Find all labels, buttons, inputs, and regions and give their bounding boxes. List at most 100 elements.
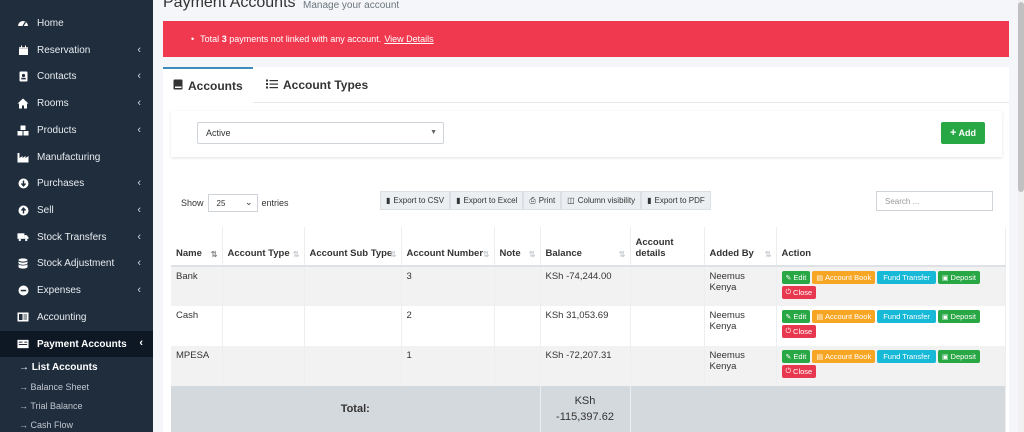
export-pdf-button[interactable]: ▮ Export to PDF <box>641 191 711 210</box>
cell-account-sub-type <box>304 346 402 386</box>
header-label: Balance <box>545 248 582 259</box>
book-icon <box>17 311 29 323</box>
table-row: Bank 3 KSh -74,244.00 Neemus Kenya ✎ Edit… <box>171 266 1006 306</box>
deposit-button[interactable]: ▣ Deposit <box>937 271 980 284</box>
cell-note <box>494 346 541 386</box>
button-label: Close <box>793 367 813 376</box>
print-icon: ⎙ <box>529 195 536 205</box>
account-book-button[interactable]: ▤ Account Book <box>812 310 876 323</box>
button-label: Edit <box>793 312 807 321</box>
tab-accounts[interactable]: Accounts <box>163 67 253 103</box>
money-bill-icon: ▣ <box>941 313 949 321</box>
entries-label: entries <box>261 198 289 208</box>
deposit-button[interactable]: ▣ Deposit <box>937 310 980 323</box>
column-header-note[interactable]: Note ⇅ <box>494 227 541 267</box>
fund-transfer-button[interactable]: Fund Transfer <box>877 350 936 363</box>
power-off-icon: ⏻ <box>785 288 792 296</box>
power-off-icon: ⏻ <box>785 327 792 335</box>
print-button[interactable]: ⎙ Print <box>523 191 562 210</box>
list-icon <box>266 79 278 92</box>
sidebar-item-sell[interactable]: Sell ‹ <box>0 198 153 222</box>
close-button[interactable]: ⏻ Close <box>781 325 817 338</box>
column-header-added-by[interactable]: Added By ⇅ <box>704 227 777 267</box>
sidebar-item-contacts[interactable]: Contacts ‹ <box>0 64 153 88</box>
button-label: Deposit <box>950 273 976 282</box>
page-scrollbar[interactable] <box>1018 0 1024 432</box>
edit-button[interactable]: ✎ Edit <box>781 271 811 284</box>
cell-note <box>494 306 541 346</box>
minus-circle-icon <box>17 284 29 296</box>
filter-box: Active ▼ + Add <box>171 111 1002 157</box>
tab-bar: Accounts Account Types <box>163 67 1009 103</box>
account-book-button[interactable]: ▤ Account Book <box>812 271 876 284</box>
header-label: Note <box>499 248 521 259</box>
cell-action: ✎ Edit ▤ Account Book Fund Transfer ▣ Depos… <box>776 346 1006 386</box>
sidebar-item-stock-transfers[interactable]: Stock Transfers ‹ <box>0 225 153 249</box>
sidebar-item-expenses[interactable]: Expenses ‹ <box>0 278 153 302</box>
fund-transfer-button[interactable]: Fund Transfer <box>877 271 936 284</box>
chevron-left-icon: ‹ <box>137 70 141 82</box>
tab-label: Accounts <box>188 79 243 93</box>
sidebar-item-stock-adjustment[interactable]: Stock Adjustment ‹ <box>0 251 153 275</box>
cell-account-details <box>630 306 705 346</box>
sidebar-item-payment-accounts[interactable]: Payment Accounts ‹ <box>0 331 153 357</box>
chevron-left-icon: ‹ <box>137 97 141 109</box>
sidebar-item-purchases[interactable]: Purchases ‹ <box>0 171 153 195</box>
export-excel-button[interactable]: ▮ Export to Excel <box>450 191 524 210</box>
column-header-account-type[interactable]: Account Type ⇅ <box>222 227 305 267</box>
sidebar-item-rooms[interactable]: Rooms ‹ <box>0 91 153 115</box>
total-value: -115,397.62 <box>556 411 614 423</box>
cell-action: ✎ Edit ▤ Account Book Fund Transfer ▣ Depos… <box>776 266 1006 306</box>
deposit-button[interactable]: ▣ Deposit <box>937 350 980 363</box>
edit-button[interactable]: ✎ Edit <box>781 350 811 363</box>
sidebar-item-label: Stock Transfers <box>37 231 107 243</box>
sidebar-subitem-list-accounts[interactable]: → List Accounts <box>0 358 153 377</box>
account-book-button[interactable]: ▤ Account Book <box>812 350 876 363</box>
sidebar-subitem-cash-flow[interactable]: → Cash Flow <box>0 415 153 432</box>
view-details-link[interactable]: View Details <box>384 34 433 44</box>
sidebar-item-reservation[interactable]: Reservation ‹ <box>0 38 153 62</box>
edit-icon: ✎ <box>785 353 792 361</box>
power-off-icon: ⏻ <box>785 367 792 375</box>
sidebar-subitem-balance-sheet[interactable]: → Balance Sheet <box>0 377 153 396</box>
sidebar-item-home[interactable]: Home <box>0 11 153 35</box>
header-label: Added By <box>709 248 754 259</box>
sidebar-item-label: Home <box>37 17 64 29</box>
plus-icon: + <box>950 127 957 139</box>
edit-button[interactable]: ✎ Edit <box>781 310 811 323</box>
money-check-icon <box>17 338 29 350</box>
cell-balance: KSh -72,207.31 <box>540 346 631 386</box>
sidebar-item-products[interactable]: Products ‹ <box>0 118 153 142</box>
button-label: Export to Excel <box>463 196 518 205</box>
column-header-name[interactable]: Name ⇅ <box>171 227 223 267</box>
chevron-left-icon: ‹ <box>137 177 141 189</box>
sidebar-subitem-trial-balance[interactable]: → Trial Balance <box>0 396 153 415</box>
chevron-left-icon: ‹ <box>139 337 143 349</box>
button-label: Export to PDF <box>654 196 705 205</box>
cell-name: Bank <box>171 266 223 306</box>
select-value: Active <box>206 128 231 138</box>
sidebar-item-accounting[interactable]: Accounting <box>0 305 153 329</box>
tab-account-types[interactable]: Account Types <box>266 67 368 103</box>
search-input[interactable]: Search ... <box>876 191 993 211</box>
close-button[interactable]: ⏻ Close <box>781 365 817 378</box>
sidebar-item-manufacturing[interactable]: Manufacturing <box>0 145 153 169</box>
cell-name: MPESA <box>171 346 223 386</box>
show-label: Show <box>181 198 204 208</box>
button-label: Close <box>793 288 813 297</box>
export-csv-button[interactable]: ▮ Export to CSV <box>380 191 451 210</box>
column-header-account-number[interactable]: Account Number ⇅ <box>401 227 495 267</box>
main-content: Payment Accounts Manage your account • T… <box>153 0 1024 432</box>
close-button[interactable]: ⏻ Close <box>781 286 817 299</box>
column-visibility-button[interactable]: ◫ Column visibility <box>561 191 642 210</box>
caret-down-icon: ▼ <box>430 129 437 136</box>
page-length-select[interactable]: 25 ⌄ <box>207 194 258 212</box>
account-status-select[interactable]: Active ▼ <box>197 122 444 144</box>
column-header-balance[interactable]: Balance ⇅ <box>540 227 631 267</box>
fund-transfer-button[interactable]: Fund Transfer <box>877 310 936 323</box>
column-header-account-sub-type[interactable]: Account Sub Type ⇅ <box>304 227 402 267</box>
page-length-control: Show 25 ⌄ entries <box>181 194 289 212</box>
file-pdf-icon: ▮ <box>647 196 652 205</box>
add-account-button[interactable]: + Add <box>941 122 985 144</box>
scrollbar-thumb[interactable] <box>1018 2 1024 192</box>
